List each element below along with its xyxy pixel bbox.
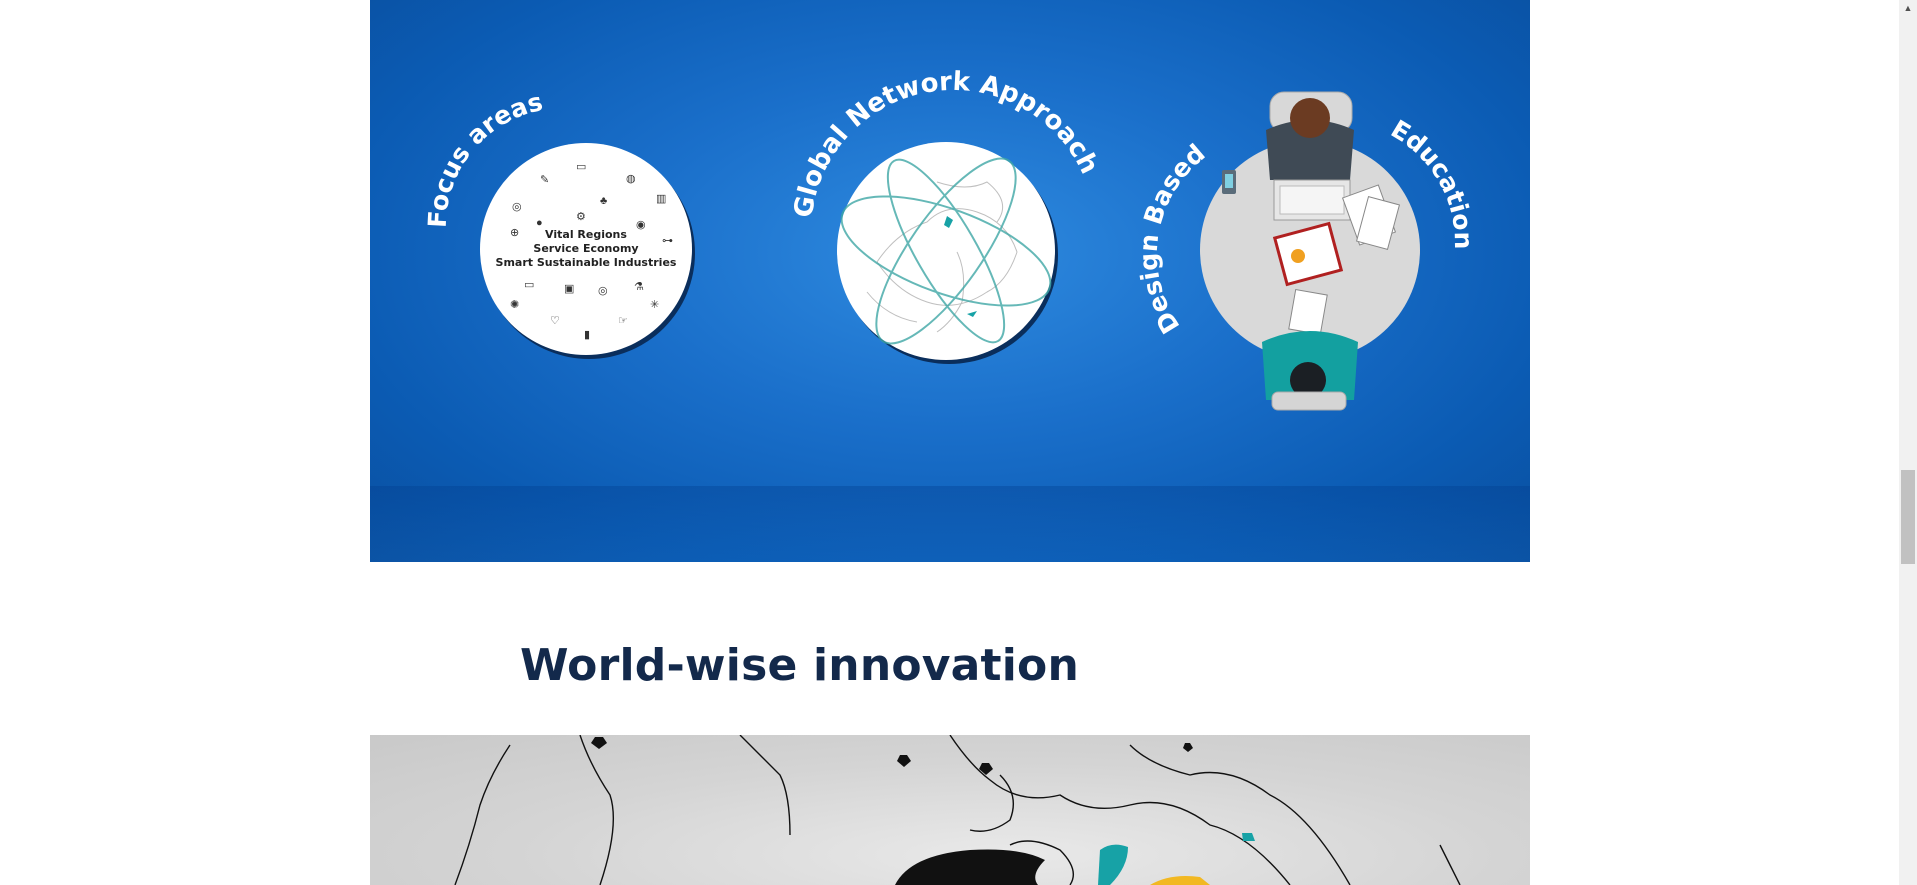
globe-icon: ◍ — [626, 173, 636, 185]
leaf-icon: ✎ — [540, 174, 550, 186]
plant-icon: ♣ — [600, 195, 608, 207]
globe-illustration — [840, 157, 1052, 345]
scrollbar-thumb[interactable] — [1901, 470, 1915, 564]
lungs-icon: ♡ — [550, 315, 560, 327]
focus-line-3: Smart Sustainable Industries — [495, 256, 677, 269]
coin-icon: ◎ — [598, 285, 608, 297]
world-map-graphic — [370, 735, 1530, 885]
gear-icon: ⚙ — [576, 211, 586, 223]
network-icon: ✳ — [650, 299, 660, 311]
page: Focus areas Global Network Approach Desi… — [0, 0, 1899, 885]
vertical-scrollbar[interactable]: ▲ — [1899, 0, 1917, 885]
svg-text:Design Based: Design Based — [1134, 138, 1211, 338]
cube-icon: ▣ — [564, 283, 575, 295]
section-heading: World-wise innovation — [520, 640, 1080, 691]
focus-areas-list: Vital Regions Service Economy Smart Sust… — [480, 228, 692, 270]
ball-icon: ◎ — [512, 201, 522, 213]
hand-icon: ☞ — [618, 315, 628, 327]
wind-icon: ✺ — [510, 299, 520, 311]
design-based-label: Design Based — [1134, 138, 1211, 338]
chart-icon: ▥ — [656, 193, 667, 205]
world-map-outline — [454, 735, 1461, 885]
building-icon: ▮ — [584, 329, 591, 341]
hero-video-banner[interactable]: Focus areas Global Network Approach Desi… — [370, 0, 1530, 562]
laptop-icon: ▭ — [576, 161, 587, 173]
screen-icon: ▭ — [524, 279, 535, 291]
team-illustration — [1222, 91, 1401, 411]
scroll-up-arrow-icon[interactable]: ▲ — [1899, 0, 1917, 17]
flask-icon: ⚗ — [634, 281, 644, 293]
focus-line-2: Service Economy — [533, 242, 639, 255]
focus-line-1: Vital Regions — [545, 228, 627, 241]
